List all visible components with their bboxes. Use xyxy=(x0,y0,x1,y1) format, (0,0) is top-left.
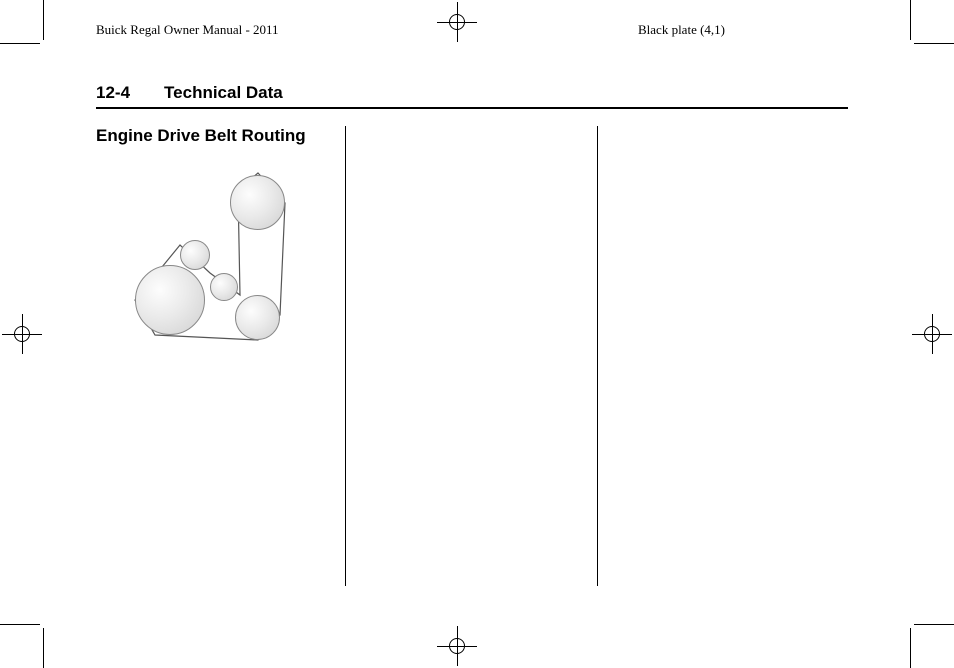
pulley-icon xyxy=(235,295,280,340)
registration-mark-icon xyxy=(2,314,42,354)
section-header: 12-4 Technical Data xyxy=(96,83,848,109)
column-divider xyxy=(597,126,598,586)
crop-mark xyxy=(910,0,911,40)
registration-mark-icon xyxy=(912,314,952,354)
crop-mark xyxy=(43,628,44,668)
pulley-icon xyxy=(230,175,285,230)
subheading: Engine Drive Belt Routing xyxy=(96,126,306,146)
crop-mark xyxy=(914,624,954,625)
section-header-rule xyxy=(96,107,848,109)
crop-mark xyxy=(914,43,954,44)
column-divider xyxy=(345,126,346,586)
pulley-icon xyxy=(210,273,238,301)
registration-mark-icon xyxy=(437,2,477,42)
registration-mark-icon xyxy=(437,626,477,666)
crop-mark xyxy=(0,624,40,625)
crop-mark xyxy=(0,43,40,44)
section-title: Technical Data xyxy=(164,83,283,103)
running-header-right: Black plate (4,1) xyxy=(638,22,725,38)
page-root: Buick Regal Owner Manual - 2011 Black pl… xyxy=(0,0,954,668)
pulley-icon xyxy=(180,240,210,270)
drive-belt-diagram xyxy=(130,165,320,355)
page-code: 12-4 xyxy=(96,83,130,103)
crop-mark xyxy=(910,628,911,668)
crop-mark xyxy=(43,0,44,40)
pulley-icon xyxy=(135,265,205,335)
running-header-left: Buick Regal Owner Manual - 2011 xyxy=(96,22,279,38)
